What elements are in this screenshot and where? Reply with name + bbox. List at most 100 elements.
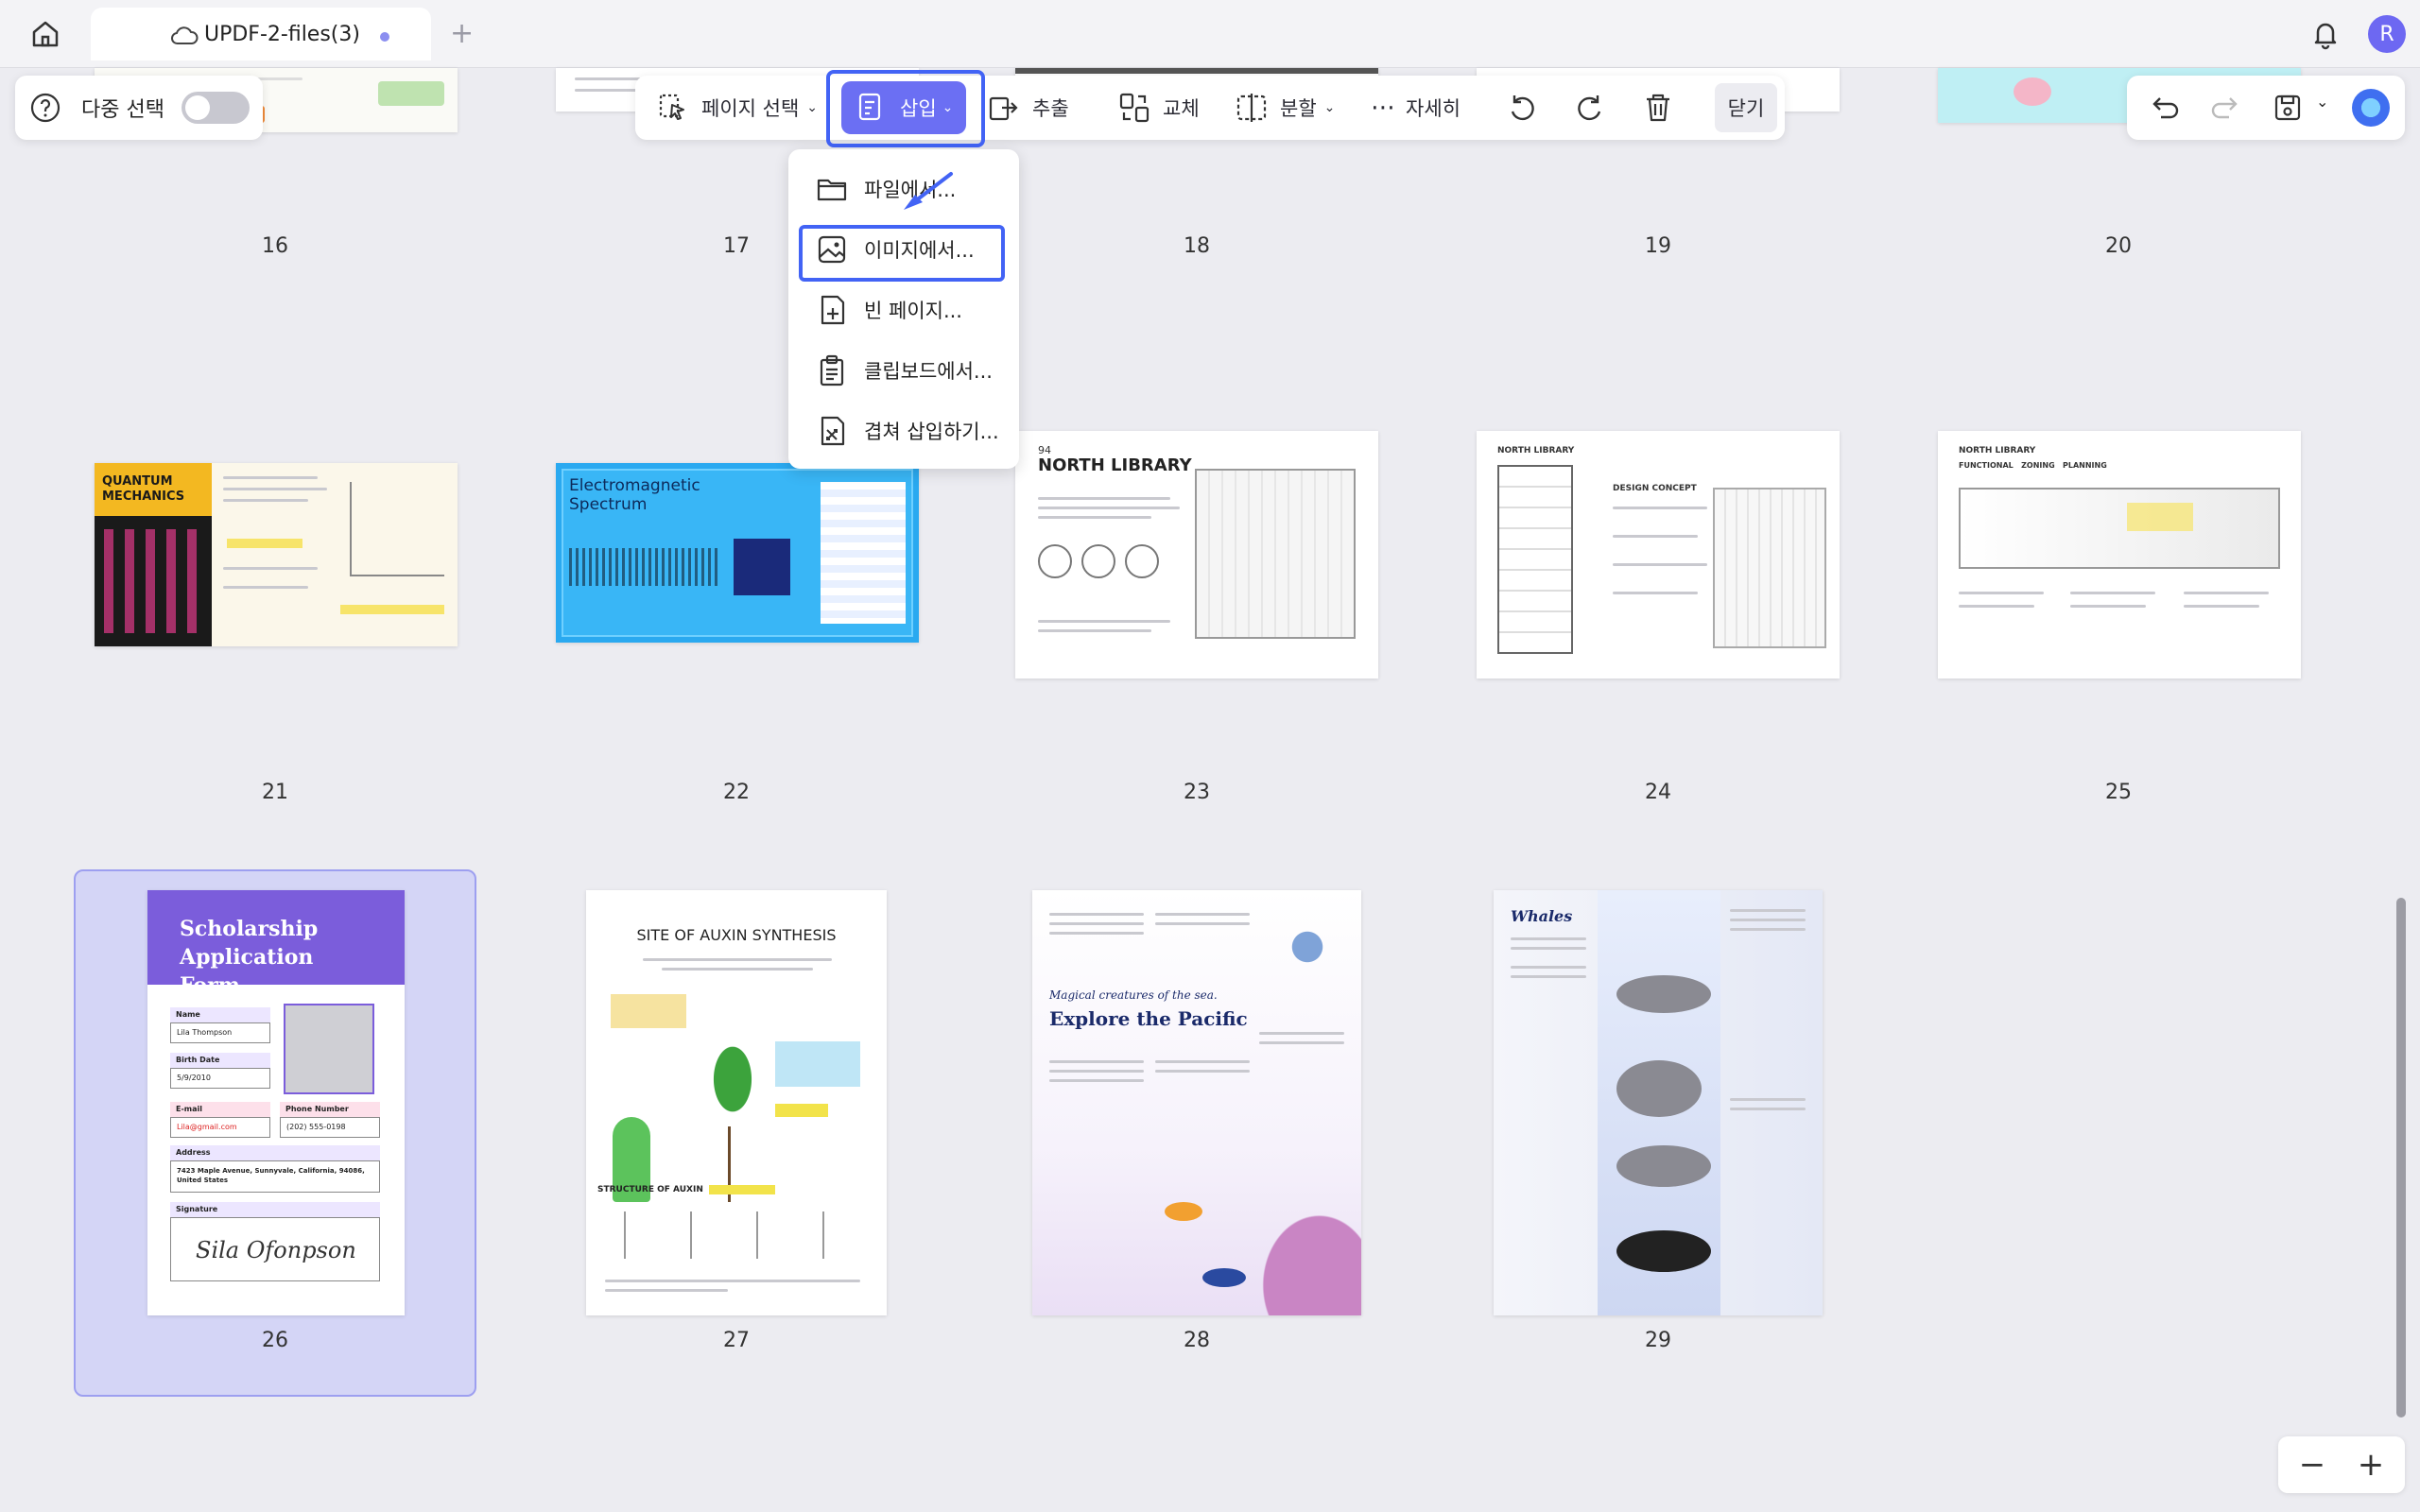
close-button[interactable]: 닫기	[1715, 83, 1777, 132]
page-thumbnail-22[interactable]: Electromagnetic Spectrum	[556, 463, 919, 643]
new-tab-button[interactable]: +	[450, 17, 474, 51]
page-number-16: 16	[247, 234, 303, 258]
rotate-left-button[interactable]	[1505, 76, 1550, 140]
page-26-address: 7423 Maple Avenue, Sunnyvale, California…	[170, 1160, 380, 1193]
page-23-title: NORTH LIBRARY	[1038, 455, 1192, 475]
split-button[interactable]: 분할 ⌄	[1235, 76, 1335, 140]
insert-from-clipboard-label: 클립보드에서...	[864, 356, 993, 385]
cloud-icon	[170, 25, 199, 45]
zoom-out-button[interactable]: −	[2291, 1444, 2333, 1486]
page-25-title: NORTH LIBRARY	[1959, 446, 2035, 455]
insert-from-clipboard-item[interactable]: 클립보드에서...	[788, 344, 1019, 397]
page-number-23: 23	[1168, 781, 1225, 804]
page-number-28: 28	[1168, 1329, 1225, 1352]
page-number-20: 20	[2090, 234, 2147, 258]
page-thumbnail-25[interactable]: NORTH LIBRARY FUNCTIONAL ZONING PLANNING	[1938, 431, 2301, 679]
page-24-title: NORTH LIBRARY	[1497, 446, 1574, 455]
extract-button[interactable]: 추출	[987, 76, 1069, 140]
page-27-title: SITE OF AUXIN SYNTHESIS	[586, 926, 887, 944]
page-26-address-label: Address	[170, 1145, 380, 1160]
page-24-subtitle: DESIGN CONCEPT	[1613, 484, 1697, 493]
insert-blank-page-item[interactable]: 빈 페이지...	[788, 284, 1019, 336]
page-select-button[interactable]: 페이지 선택 ⌄	[656, 76, 818, 140]
bell-icon[interactable]	[2308, 17, 2342, 51]
trash-icon	[1641, 91, 1675, 125]
folder-icon	[815, 172, 849, 206]
page-28-kicker: Magical creatures of the sea.	[1049, 988, 1218, 1002]
page-thumbnail-28[interactable]: Magical creatures of the sea. Explore th…	[1032, 890, 1361, 1315]
undo-icon[interactable]	[2148, 91, 2182, 125]
rotate-right-button[interactable]	[1573, 76, 1618, 140]
cursor-select-icon	[656, 91, 690, 125]
insert-blank-page-label: 빈 페이지...	[864, 296, 962, 324]
extract-label: 추출	[1032, 94, 1069, 122]
page-number-21: 21	[247, 781, 303, 804]
page-26-email: Lila@gmail.com	[170, 1117, 270, 1138]
save-icon[interactable]	[2271, 91, 2305, 125]
page-26-phone: (202) 555-0198	[280, 1117, 380, 1138]
page-28-title: Explore the Pacific	[1049, 1007, 1248, 1030]
home-icon[interactable]	[26, 15, 64, 53]
interleave-icon	[815, 414, 849, 448]
page-26-name-label: Name	[170, 1007, 270, 1022]
page-select-label: 페이지 선택	[701, 94, 799, 122]
clipboard-icon	[815, 353, 849, 387]
zoom-in-button[interactable]: +	[2350, 1444, 2392, 1486]
page-number-22: 22	[708, 781, 765, 804]
page-toolbar: 페이지 선택 ⌄ 삽입 ⌄ 추출 교체 분할 ⌄ ⋯ 자세히 닫기	[635, 76, 1785, 140]
ai-assistant-icon[interactable]	[2352, 89, 2390, 127]
page-thumbnail-24[interactable]: NORTH LIBRARY DESIGN CONCEPT	[1477, 431, 1840, 679]
page-26-photo	[284, 1004, 374, 1094]
split-label: 분할	[1280, 94, 1317, 122]
delete-button[interactable]	[1641, 76, 1686, 140]
page-26-birth: 5/9/2010	[170, 1068, 270, 1089]
page-number-26: 26	[247, 1329, 303, 1352]
redo-icon[interactable]	[2208, 91, 2242, 125]
page-number-29: 29	[1630, 1329, 1686, 1352]
page-27-structure-title: STRUCTURE OF AUXIN	[597, 1185, 703, 1194]
page-thumbnail-27[interactable]: SITE OF AUXIN SYNTHESIS STRUCTURE OF AUX…	[586, 890, 887, 1315]
page-25-subtitle: FUNCTIONAL ZONING PLANNING	[1959, 461, 2107, 470]
rotate-right-icon	[1573, 91, 1607, 125]
replace-button[interactable]: 교체	[1117, 76, 1200, 140]
page-thumbnail-26[interactable]: Scholarship Application Form Name Lila T…	[147, 890, 405, 1315]
document-tab-title: UPDF-2-files(3)	[204, 23, 360, 46]
edit-actions-panel: ⌄	[2127, 76, 2405, 140]
document-tab[interactable]: UPDF-2-files(3)	[91, 8, 431, 60]
user-avatar[interactable]: R	[2368, 15, 2406, 53]
help-icon[interactable]	[28, 91, 62, 125]
rotate-left-icon	[1505, 91, 1539, 125]
page-26-signature: Sila Ofonpson	[170, 1217, 380, 1281]
replace-label: 교체	[1163, 94, 1200, 122]
page-26-title: Scholarship Application Form	[180, 915, 369, 1000]
more-button[interactable]: ⋯ 자세히	[1371, 76, 1461, 140]
page-26-birth-label: Birth Date	[170, 1053, 270, 1068]
page-22-title: Electromagnetic Spectrum	[569, 476, 701, 514]
page-26-signature-label: Signature	[170, 1202, 380, 1217]
top-bar: UPDF-2-files(3) + R	[0, 0, 2420, 68]
page-26-email-label: E-mail	[170, 1102, 270, 1117]
page-26-name: Lila Thompson	[170, 1022, 270, 1043]
page-thumbnail-29[interactable]: Whales	[1494, 890, 1823, 1315]
multi-select-toggle[interactable]	[182, 92, 250, 124]
insert-interleave-item[interactable]: 겹쳐 삽입하기...	[788, 404, 1019, 457]
page-thumbnail-21[interactable]: QUANTUM MECHANICS	[95, 463, 458, 646]
page-thumbnail-23[interactable]: 94 NORTH LIBRARY	[1015, 431, 1378, 679]
unsaved-dot	[380, 32, 389, 42]
close-label: 닫기	[1728, 94, 1765, 122]
extract-icon	[987, 91, 1021, 125]
scrollbar-thumb[interactable]	[2396, 898, 2406, 1418]
insert-highlight-frame	[826, 70, 985, 147]
save-chevron-down-icon[interactable]: ⌄	[2316, 93, 2328, 111]
more-dots-icon: ⋯	[1371, 94, 1396, 122]
page-number-24: 24	[1630, 781, 1686, 804]
multi-select-panel: 다중 선택	[15, 76, 263, 140]
page-number-27: 27	[708, 1329, 765, 1352]
page-number-17: 17	[708, 234, 765, 258]
page-number-19: 19	[1630, 234, 1686, 258]
insert-interleave-label: 겹쳐 삽입하기...	[864, 417, 999, 445]
chevron-down-icon: ⌄	[1324, 100, 1336, 115]
blank-page-icon	[815, 293, 849, 327]
page-number-18: 18	[1168, 234, 1225, 258]
split-icon	[1235, 91, 1269, 125]
